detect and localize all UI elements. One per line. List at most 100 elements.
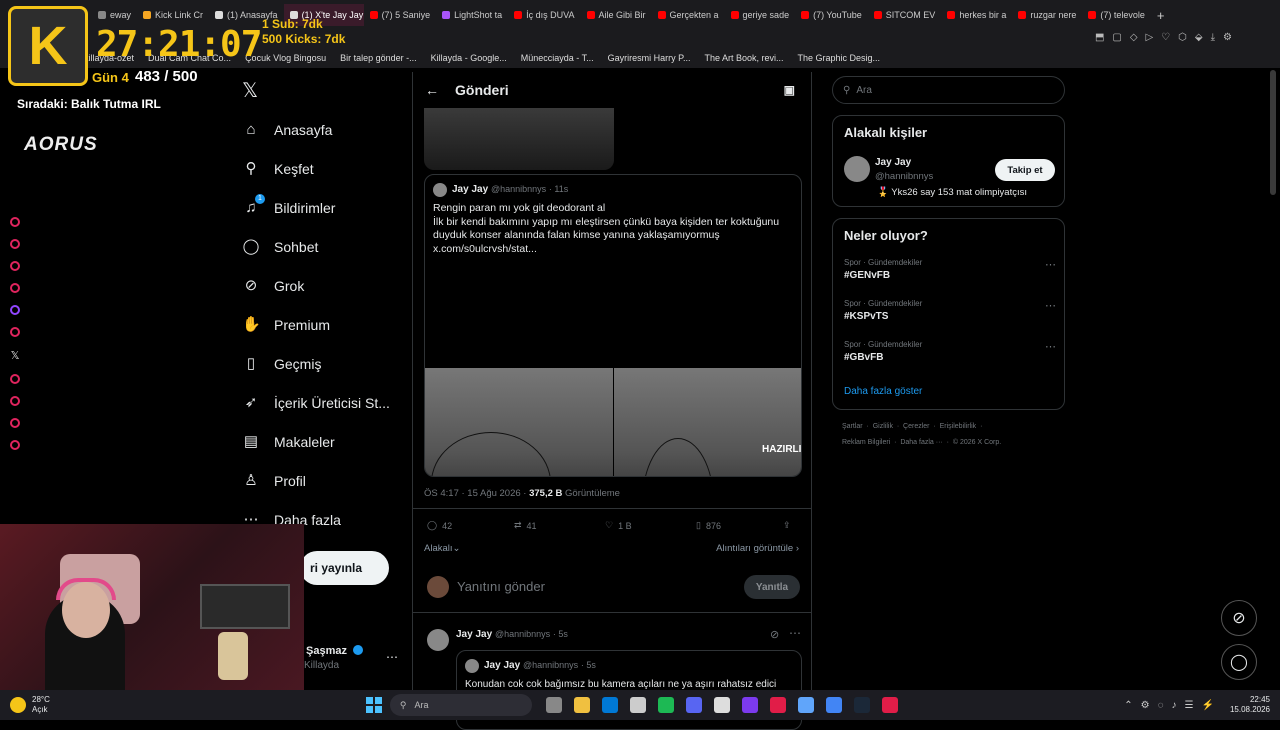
- taskbar-search[interactable]: ⚲ Ara: [389, 694, 532, 716]
- taskbar-app-icon[interactable]: [853, 697, 870, 713]
- account-menu-icon[interactable]: ⋯: [386, 650, 398, 664]
- more-icon[interactable]: ⋯: [789, 626, 801, 640]
- post-button[interactable]: ri yayınla: [300, 551, 389, 585]
- bookmark-item[interactable]: Münecciayda - T...: [521, 53, 594, 63]
- scrollbar[interactable]: [1270, 70, 1276, 195]
- tab[interactable]: LightShot ta: [436, 4, 508, 26]
- reply-action[interactable]: ◯ 42: [427, 520, 452, 531]
- tweet-image[interactable]: [424, 108, 614, 170]
- bookmark-item[interactable]: Killayda - Google...: [431, 53, 507, 63]
- x-logo-icon[interactable]: 𝕏: [242, 78, 258, 103]
- tab[interactable]: geriye sade: [725, 4, 796, 26]
- side-panel-icon[interactable]: [10, 239, 20, 249]
- quote-photo-right[interactable]: HAZIRLI: [614, 368, 801, 476]
- reply-button[interactable]: Yanıtla: [744, 575, 800, 599]
- trend-category: Spor · Gündemdekiler: [844, 258, 923, 267]
- tab[interactable]: İç dış DUVA: [508, 4, 580, 26]
- taskbar-app-icon[interactable]: [713, 697, 730, 713]
- divider: [413, 612, 811, 613]
- x-side-icon[interactable]: 𝕏: [0, 349, 30, 362]
- tab[interactable]: eway: [92, 4, 137, 26]
- tab[interactable]: (7) 5 Saniye: [364, 4, 437, 26]
- taskbar-app-icon[interactable]: [545, 697, 562, 713]
- nav-item-bookmark[interactable]: ▯ Geçmiş: [236, 344, 416, 383]
- side-panel-icon[interactable]: [10, 327, 20, 337]
- follow-button[interactable]: Takip et: [995, 159, 1055, 181]
- side-panel-icon[interactable]: [10, 261, 20, 271]
- taskbar-app-icon[interactable]: [601, 697, 618, 713]
- taskbar-app-icon[interactable]: [573, 697, 590, 713]
- tab[interactable]: Kick Link Cr: [137, 4, 209, 26]
- side-panel-icon[interactable]: [10, 374, 20, 384]
- taskbar-app-icon[interactable]: [657, 697, 674, 713]
- tab[interactable]: (7) televole: [1082, 4, 1151, 26]
- bookmark-icon: ▯: [696, 520, 701, 530]
- tab[interactable]: SITCOM EV: [868, 4, 942, 26]
- see-quotes-link[interactable]: Alıntıları görüntüle ›: [716, 543, 799, 554]
- trend-item[interactable]: Spor · Gündemdekiler #GENvFB ⋯: [844, 258, 1056, 299]
- footer-links[interactable]: Reklam Bilgileri · Daha fazla ··· · © 20…: [842, 439, 1001, 446]
- clock[interactable]: 22:45 15.08.2026: [1230, 695, 1270, 715]
- footer-links[interactable]: Şartlar · Gizlilik · Çerezler · Erişileb…: [842, 423, 982, 430]
- repost-action[interactable]: ⇄ 41: [514, 520, 537, 531]
- trend-item[interactable]: Spor · Gündemdekiler #KSPvTS ⋯: [844, 299, 1056, 340]
- relevance-dropdown[interactable]: Alakalı⌄: [424, 543, 460, 554]
- new-tab-button[interactable]: +: [1157, 8, 1165, 23]
- nav-item-grok[interactable]: ⊘ Grok: [236, 266, 416, 305]
- taskbar-app-icon[interactable]: [881, 697, 898, 713]
- more-icon[interactable]: ⋯: [1045, 258, 1056, 271]
- tab[interactable]: Aile Gibi Bir: [581, 4, 652, 26]
- nav-item-premium[interactable]: ✋ Premium: [236, 305, 416, 344]
- taskbar-app-icon[interactable]: [685, 697, 702, 713]
- grok-fab-icon[interactable]: ⊘: [1221, 600, 1257, 636]
- nav-item-article[interactable]: ▤ Makaleler: [236, 422, 416, 461]
- grok-icon[interactable]: ⊘: [770, 628, 779, 641]
- nav-item-profile[interactable]: ♙ Profil: [236, 461, 416, 500]
- trend-item[interactable]: Spor · Gündemdekiler #GBvFB ⋯: [844, 340, 1056, 381]
- more-icon[interactable]: ⋯: [1045, 299, 1056, 312]
- start-button[interactable]: [365, 697, 382, 713]
- tab[interactable]: (7) YouTube: [795, 4, 868, 26]
- share-icon[interactable]: ⇪: [783, 520, 791, 531]
- twitch-icon[interactable]: [10, 305, 20, 315]
- nav-item-home[interactable]: ⌂ Anasayfa: [236, 110, 416, 149]
- nav-item-search[interactable]: ⚲ Keşfet: [236, 149, 416, 188]
- nav-item-bell[interactable]: ♫ 1 Bildirimler: [236, 188, 416, 227]
- taskbar-app-icon[interactable]: [825, 697, 842, 713]
- settings-icon[interactable]: [10, 440, 20, 450]
- nav-item-rocket[interactable]: ➶ İçerik Üreticisi St...: [236, 383, 416, 422]
- reply-input[interactable]: Yanıtını gönder: [457, 579, 545, 594]
- back-arrow-icon[interactable]: ←: [425, 82, 439, 98]
- side-panel-icon[interactable]: [10, 418, 20, 428]
- reader-mode-icon[interactable]: ▣: [784, 83, 795, 97]
- browser-toolbar-icons[interactable]: ⬒▢◇▷♡⬡⬙⤓⚙: [1095, 32, 1240, 43]
- side-panel-icon[interactable]: [10, 283, 20, 293]
- weather-widget[interactable]: 28°C Açık: [32, 695, 50, 715]
- like-action[interactable]: ♡ 1 B: [605, 520, 632, 531]
- tab[interactable]: herkes bir a: [941, 4, 1012, 26]
- bookmark-item[interactable]: Gayriresmi Harry P...: [608, 53, 691, 63]
- bookmark-item[interactable]: The Graphic Desig...: [797, 53, 880, 63]
- show-more-link[interactable]: Daha fazla göster: [844, 386, 922, 397]
- tab[interactable]: ruzgar nere: [1012, 4, 1082, 26]
- taskbar-app-icon[interactable]: [629, 697, 646, 713]
- quoted-tweet[interactable]: Jay Jay @hannibnnys · 11s Rengin paran m…: [424, 174, 802, 477]
- system-tray-icons[interactable]: ⌃⚙◌♪☰⚡: [1124, 700, 1222, 711]
- tab-favicon-icon: [514, 11, 523, 19]
- taskbar-app-icon[interactable]: [769, 697, 786, 713]
- taskbar-app-icon[interactable]: [741, 697, 758, 713]
- tab[interactable]: Gerçekten a: [652, 4, 725, 26]
- tab-label: eway: [110, 10, 132, 20]
- clock-icon[interactable]: [10, 396, 20, 406]
- search-input[interactable]: ⚲ Ara: [832, 76, 1065, 104]
- messages-fab-icon[interactable]: ◯: [1221, 644, 1257, 680]
- bookmark-item[interactable]: The Art Book, revi...: [704, 53, 783, 63]
- more-icon[interactable]: ⋯: [1045, 340, 1056, 353]
- tab-label: SITCOM EV: [885, 10, 936, 20]
- quote-photo-left[interactable]: [425, 368, 613, 476]
- nav-item-chat[interactable]: ◯ Sohbet: [236, 227, 416, 266]
- side-panel-icon[interactable]: [10, 217, 20, 227]
- bookmark-action[interactable]: ▯ 876: [696, 520, 721, 531]
- bookmark-item[interactable]: Bir talep gönder -...: [340, 53, 417, 63]
- taskbar-app-icon[interactable]: [797, 697, 814, 713]
